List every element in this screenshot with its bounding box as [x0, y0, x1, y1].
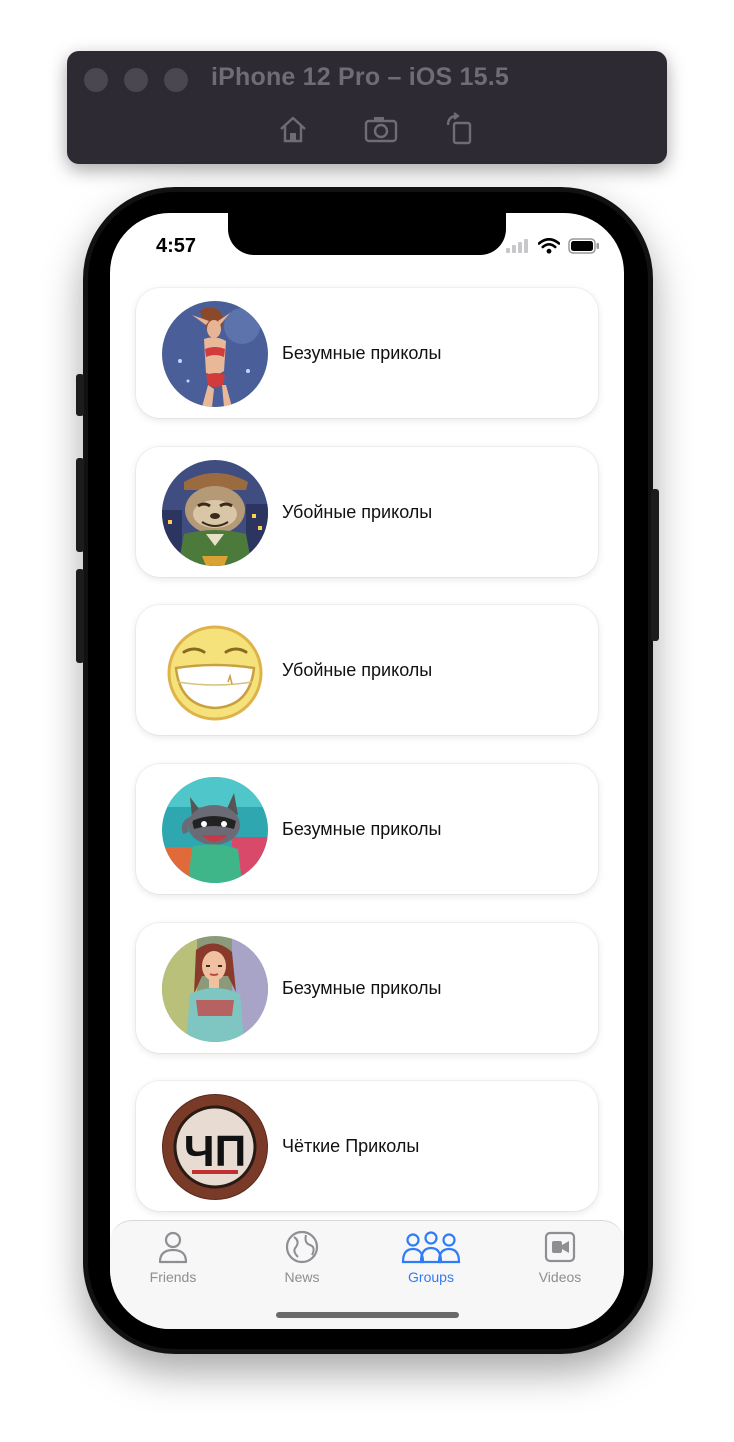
video-icon [544, 1231, 576, 1263]
group-name-label: Чёткие Приколы [282, 1136, 420, 1156]
group-cell[interactable]: Безумные приколы [136, 923, 598, 1053]
tab-label: Videos [538, 1269, 582, 1285]
cellular-icon [506, 239, 528, 253]
power-button[interactable] [651, 489, 659, 641]
tab-label: Groups [408, 1269, 454, 1285]
globe-icon [285, 1230, 319, 1264]
window-zoom-button[interactable] [164, 68, 188, 92]
group-name-label: Убойные приколы [282, 502, 433, 522]
window-close-button[interactable] [84, 68, 108, 92]
tab-friends[interactable]: Friends [118, 1229, 228, 1285]
group-name-label: Убойные приколы [282, 660, 433, 680]
raccoon-avatar [162, 777, 268, 883]
group-cell[interactable]: Убойные приколы [136, 605, 598, 735]
group-name-label: Безумные приколы [282, 819, 442, 839]
group-name-label: Безумные приколы [282, 343, 442, 363]
sloth-avatar [162, 460, 268, 566]
tab-label: Friends [149, 1269, 197, 1285]
laughing-smiley-avatar [162, 618, 268, 724]
tab-news[interactable]: News [247, 1229, 357, 1285]
person-icon [158, 1231, 188, 1264]
group-cell[interactable]: Безумные приколы [136, 764, 598, 894]
group-cell[interactable]: Убойные приколы [136, 447, 598, 577]
woman-swimsuit-avatar [162, 301, 268, 407]
group-cell[interactable]: Безумные приколы [136, 288, 598, 418]
tab-groups[interactable]: Groups [376, 1229, 486, 1285]
volume-down-button[interactable] [76, 569, 84, 663]
volume-up-button[interactable] [76, 458, 84, 552]
screenshot-icon[interactable] [363, 111, 399, 147]
wifi-icon [538, 238, 560, 254]
home-icon[interactable] [275, 111, 311, 147]
svg-text:ЧП: ЧП [184, 1127, 247, 1176]
status-icons [506, 235, 600, 257]
group-cell[interactable]: ЧП Чёткие Приколы [136, 1081, 598, 1211]
window-minimize-button[interactable] [124, 68, 148, 92]
battery-icon [568, 238, 599, 254]
people-icon [401, 1231, 461, 1264]
girl-tshirt-avatar [162, 936, 268, 1042]
mute-switch[interactable] [76, 374, 84, 416]
tab-label: News [284, 1269, 320, 1285]
notch [228, 213, 506, 255]
simulator-title-bar: iPhone 12 Pro – iOS 15.5 [67, 51, 667, 164]
chp-logo-avatar: ЧП [162, 1094, 268, 1200]
phone-screen: 4:57 Безумные приколы Убойные приколы Уб… [110, 213, 624, 1329]
tab-videos[interactable]: Videos [505, 1229, 615, 1285]
rotate-icon[interactable] [442, 111, 478, 147]
simulator-title: iPhone 12 Pro – iOS 15.5 [211, 63, 509, 91]
home-indicator[interactable] [276, 1312, 459, 1318]
status-time: 4:57 [156, 235, 197, 257]
group-name-label: Безумные приколы [282, 978, 442, 998]
